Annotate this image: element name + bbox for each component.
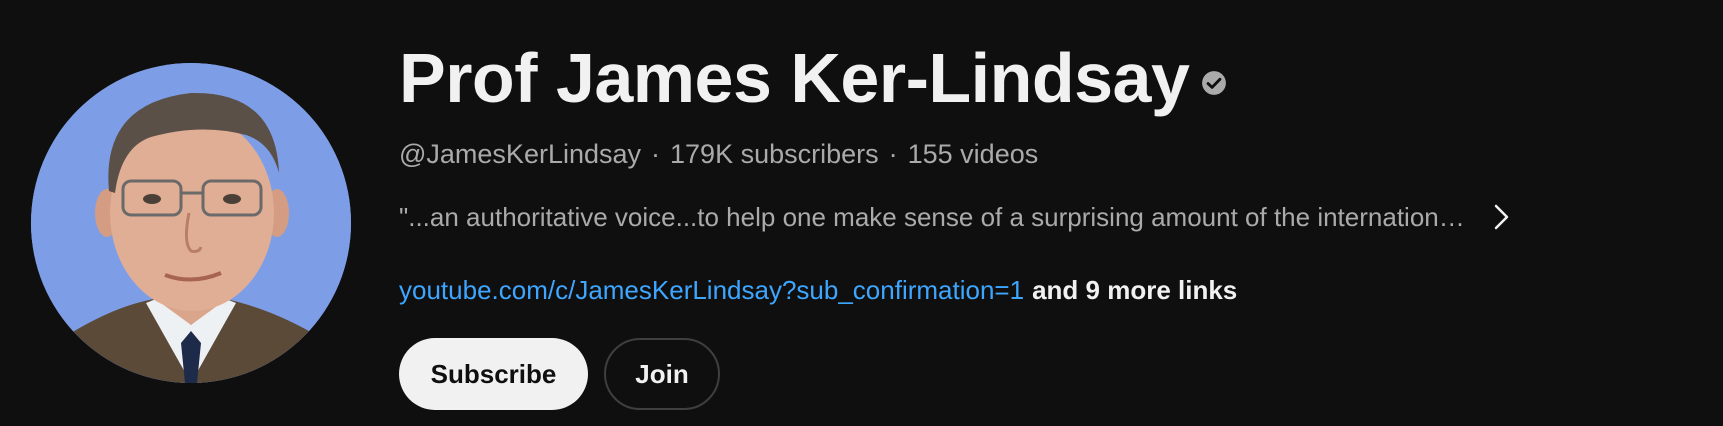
channel-meta: @JamesKerLindsay · 179K subscribers · 155 vi…: [399, 137, 1038, 171]
subscribe-button[interactable]: Subscribe: [399, 338, 588, 410]
channel-header: Prof James Ker-Lindsay @JamesKerLindsay ·…: [0, 0, 1723, 426]
action-buttons: Subscribe Join: [399, 338, 720, 410]
channel-description[interactable]: "...an authoritative voice...to help one…: [399, 200, 1465, 234]
meta-separator: ·: [888, 139, 898, 169]
meta-separator: ·: [651, 139, 661, 169]
subscriber-count: 179K subscribers: [670, 139, 879, 169]
more-links-button[interactable]: and 9 more links: [1032, 275, 1237, 305]
title-row: Prof James Ker-Lindsay: [399, 38, 1227, 118]
verified-check-icon: [1202, 71, 1227, 95]
links-row: youtube.com/c/JamesKerLindsay?sub_confir…: [399, 273, 1237, 307]
description-row[interactable]: "...an authoritative voice...to help one…: [399, 200, 1599, 234]
video-count: 155 videos: [907, 139, 1039, 169]
channel-avatar[interactable]: [31, 63, 351, 383]
channel-link[interactable]: youtube.com/c/JamesKerLindsay?sub_confir…: [399, 275, 1024, 305]
avatar-portrait-image: [31, 63, 351, 383]
channel-name: Prof James Ker-Lindsay: [399, 39, 1190, 117]
join-button[interactable]: Join: [604, 338, 720, 410]
channel-handle: @JamesKerLindsay: [399, 139, 642, 169]
chevron-right-icon[interactable]: [1491, 202, 1513, 232]
